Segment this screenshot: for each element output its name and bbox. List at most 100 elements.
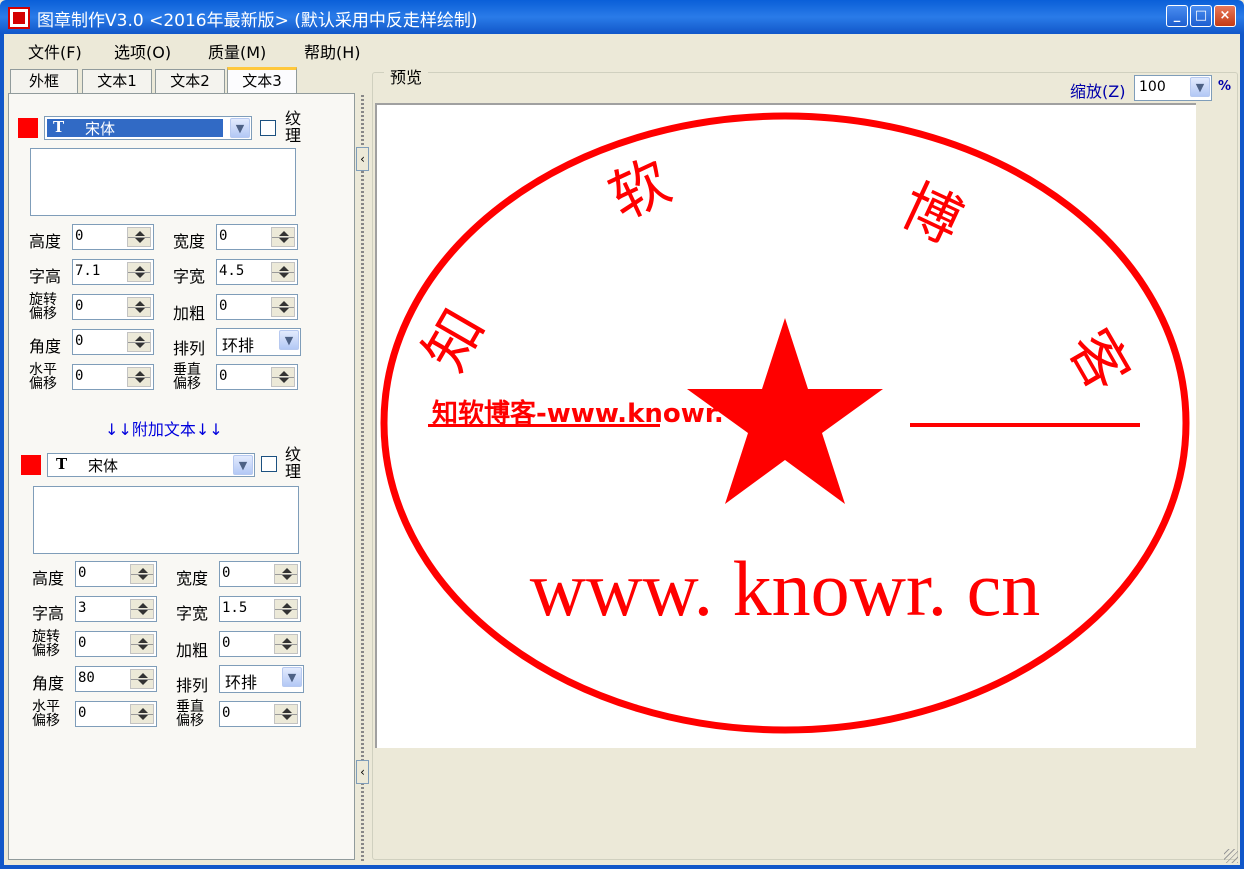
arrow-up-icon	[282, 603, 292, 608]
stepper-arrows[interactable]	[274, 564, 298, 584]
extra-v-offset-stepper[interactable]: 0	[219, 701, 301, 727]
tab-text1[interactable]: 文本1	[82, 69, 152, 93]
stepper-arrows[interactable]	[130, 634, 154, 654]
collapse-panel-button[interactable]: ‹	[356, 760, 369, 784]
title-bar[interactable]: 图章制作V3.0 <2016年最新版> (默认采用中反走样绘制) _ □ ×	[0, 0, 1244, 34]
extra-arrange-value: 环排	[225, 673, 258, 692]
close-button[interactable]: ×	[1214, 5, 1236, 27]
angle-stepper[interactable]: 0	[72, 329, 154, 355]
char-width-value: 4.5	[219, 263, 245, 279]
stepper-arrows[interactable]	[271, 297, 295, 317]
tab-text2[interactable]: 文本2	[155, 69, 225, 93]
extra-color-swatch[interactable]	[21, 455, 41, 475]
dropdown-button[interactable]: ▼	[282, 667, 302, 687]
stepper-arrows[interactable]	[127, 262, 151, 282]
arrow-down-icon	[282, 610, 292, 615]
dropdown-button[interactable]: ▼	[279, 330, 299, 350]
window-frame	[0, 865, 1244, 869]
stepper-arrows[interactable]	[274, 634, 298, 654]
dropdown-button[interactable]: ▼	[233, 455, 253, 475]
window-title: 图章制作V3.0 <2016年最新版> (默认采用中反走样绘制)	[37, 11, 478, 31]
extra-char-height-stepper[interactable]: 3	[75, 596, 157, 622]
v-offset-label: 垂直偏移	[173, 362, 201, 392]
window-frame	[1240, 34, 1244, 869]
stepper-arrows[interactable]	[271, 227, 295, 247]
arrow-up-icon	[279, 266, 289, 271]
extra-h-offset-stepper[interactable]: 0	[75, 701, 157, 727]
stepper-arrows[interactable]	[271, 262, 295, 282]
menu-quality[interactable]: 质量(M)	[208, 39, 266, 63]
extra-height-stepper[interactable]: 0	[75, 561, 157, 587]
extra-bold-stepper[interactable]: 0	[219, 631, 301, 657]
arrange-select[interactable]: 环排 ▼	[216, 328, 301, 356]
minimize-icon: _	[1173, 8, 1181, 23]
maximize-button[interactable]: □	[1190, 5, 1212, 27]
extra-width-stepper[interactable]: 0	[219, 561, 301, 587]
extra-texture-checkbox[interactable]	[261, 456, 277, 472]
stamp-arc-char: 博	[891, 171, 972, 257]
arrow-up-icon	[279, 231, 289, 236]
arrow-up-icon	[138, 638, 148, 643]
extra-text-input[interactable]	[33, 486, 299, 554]
stamp-line	[910, 423, 1140, 427]
arrow-down-icon	[135, 238, 145, 243]
char-width-stepper[interactable]: 4.5	[216, 259, 298, 285]
dropdown-button[interactable]: ▼	[230, 118, 250, 138]
stepper-arrows[interactable]	[130, 669, 154, 689]
menu-file[interactable]: 文件(F)	[28, 39, 82, 63]
char-height-stepper[interactable]: 7.1	[72, 259, 154, 285]
extra-v-offset-value: 0	[222, 705, 231, 721]
stepper-arrows[interactable]	[130, 704, 154, 724]
panel-splitter[interactable]: ‹ ‹	[356, 95, 370, 863]
stepper-arrows[interactable]	[127, 367, 151, 387]
extra-text-link[interactable]: ↓↓附加文本↓↓	[105, 416, 223, 440]
height-label: 高度	[29, 232, 62, 251]
stepper-arrows[interactable]	[274, 704, 298, 724]
text-input[interactable]	[30, 148, 296, 216]
texture-checkbox[interactable]	[260, 120, 276, 136]
text-color-swatch[interactable]	[18, 118, 38, 138]
extra-h-offset-value: 0	[78, 705, 87, 721]
minimize-button[interactable]: _	[1166, 5, 1188, 27]
arrow-up-icon	[282, 638, 292, 643]
zoom-select[interactable]: 100 ▼	[1134, 75, 1212, 101]
tab-outer-frame[interactable]: 外框	[10, 69, 78, 93]
v-offset-stepper[interactable]: 0	[216, 364, 298, 390]
extra-rotate-offset-stepper[interactable]: 0	[75, 631, 157, 657]
resize-grip-icon[interactable]	[1224, 849, 1238, 863]
extra-font-select[interactable]: T 宋体 ▼	[47, 453, 255, 477]
menu-options[interactable]: 选项(O)	[114, 39, 171, 63]
chevron-down-icon: ▼	[235, 122, 245, 135]
menu-help[interactable]: 帮助(H)	[304, 39, 361, 63]
extra-bold-value: 0	[222, 635, 231, 651]
dropdown-button[interactable]: ▼	[1190, 77, 1210, 97]
font-select[interactable]: T 宋体 ▼	[44, 116, 252, 140]
arrow-up-icon	[135, 231, 145, 236]
arrow-down-icon	[282, 715, 292, 720]
stepper-arrows[interactable]	[127, 297, 151, 317]
splitter-grip	[361, 95, 364, 863]
angle-label: 角度	[29, 337, 62, 356]
extra-rotate-offset-label: 旋转偏移	[32, 629, 60, 659]
rotate-offset-stepper[interactable]: 0	[72, 294, 154, 320]
truetype-font-icon: T	[56, 455, 68, 473]
extra-arrange-select[interactable]: 环排 ▼	[219, 665, 304, 693]
collapse-panel-button[interactable]: ‹	[356, 147, 369, 171]
height-stepper[interactable]: 0	[72, 224, 154, 250]
stepper-arrows[interactable]	[127, 227, 151, 247]
truetype-font-icon: T	[53, 118, 65, 136]
bold-stepper[interactable]: 0	[216, 294, 298, 320]
width-stepper[interactable]: 0	[216, 224, 298, 250]
extra-char-width-stepper[interactable]: 1.5	[219, 596, 301, 622]
h-offset-stepper[interactable]: 0	[72, 364, 154, 390]
stepper-arrows[interactable]	[274, 599, 298, 619]
arrow-down-icon	[138, 715, 148, 720]
stepper-arrows[interactable]	[130, 564, 154, 584]
extra-angle-stepper[interactable]: 80	[75, 666, 157, 692]
tab-text3[interactable]: 文本3	[227, 67, 297, 94]
stamp-bottom-text: www. knowr. cn	[530, 545, 1041, 632]
arrow-down-icon	[279, 273, 289, 278]
stepper-arrows[interactable]	[130, 599, 154, 619]
stepper-arrows[interactable]	[271, 367, 295, 387]
stepper-arrows[interactable]	[127, 332, 151, 352]
